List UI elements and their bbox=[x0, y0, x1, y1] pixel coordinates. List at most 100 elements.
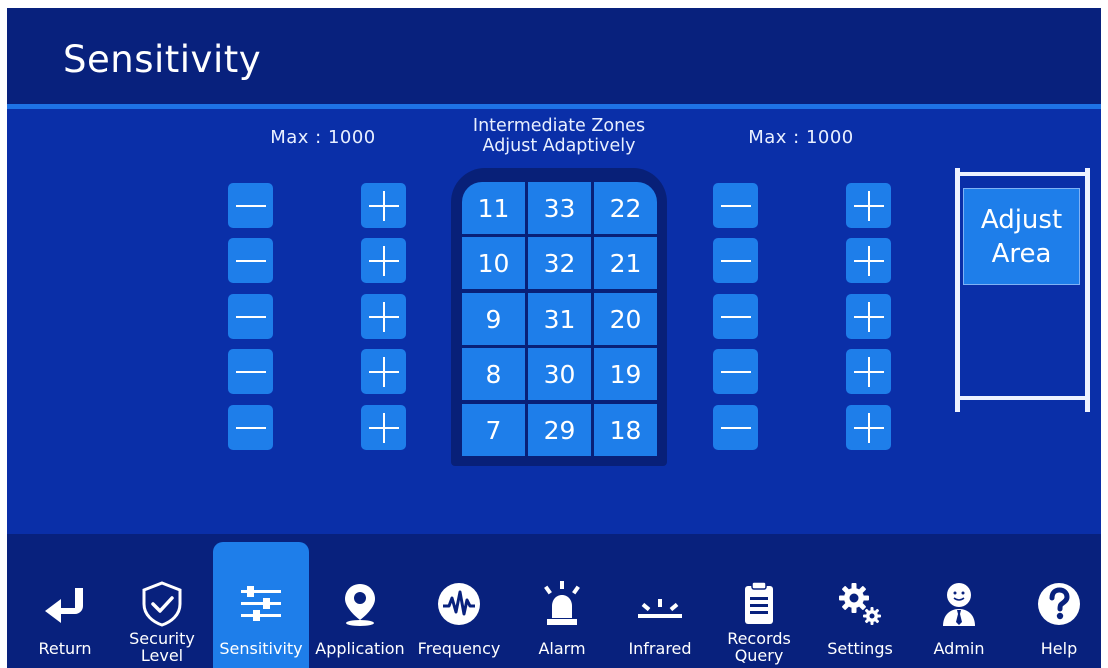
return-icon bbox=[45, 588, 83, 623]
page-title: Sensitivity bbox=[63, 38, 262, 81]
right-minus-button-row5[interactable] bbox=[713, 405, 758, 450]
gears-icon bbox=[839, 583, 881, 625]
nav-security-level[interactable]: Security Level bbox=[114, 542, 210, 668]
zone-cell: 9 bbox=[462, 293, 525, 345]
nav-frequency[interactable]: Frequency bbox=[411, 542, 507, 668]
nav-label: Application bbox=[315, 639, 405, 658]
nav-settings[interactable]: Settings bbox=[812, 542, 908, 668]
minus-icon bbox=[720, 413, 751, 443]
nav-sensitivity[interactable]: Sensitivity bbox=[213, 542, 309, 668]
left-minus-button-row5[interactable] bbox=[228, 405, 273, 450]
nav-label: Return bbox=[38, 639, 92, 658]
nav-application[interactable]: Application bbox=[312, 542, 408, 668]
admin-user-icon bbox=[943, 583, 975, 626]
right-plus-button-row3[interactable] bbox=[846, 294, 891, 339]
minus-icon bbox=[235, 302, 266, 332]
shield-check-icon bbox=[142, 581, 182, 627]
nav-label: Admin bbox=[933, 639, 985, 658]
zone-cell: 32 bbox=[528, 237, 591, 289]
nav-label: Frequency bbox=[417, 639, 501, 658]
max-left-label: Max : 1000 bbox=[270, 127, 376, 148]
right-plus-button-row1[interactable] bbox=[846, 183, 891, 228]
left-plus-button-row1[interactable] bbox=[361, 183, 406, 228]
plus-icon bbox=[853, 301, 884, 332]
plus-icon bbox=[368, 356, 399, 387]
minus-icon bbox=[720, 246, 751, 276]
left-minus-button-row2[interactable] bbox=[228, 238, 273, 283]
nav-label: Settings bbox=[827, 639, 893, 658]
adjust-area-button[interactable]: Adjust Area bbox=[963, 188, 1080, 285]
intermediate-caption-line1: Intermediate Zones bbox=[472, 116, 646, 136]
header-divider bbox=[7, 104, 1101, 109]
minus-icon bbox=[720, 191, 751, 221]
nav-label-line1: Records bbox=[727, 629, 791, 648]
clipboard-icon bbox=[745, 581, 773, 624]
nav-label-line2: Level bbox=[140, 646, 184, 665]
plus-icon bbox=[853, 245, 884, 276]
zone-cell: 29 bbox=[528, 404, 591, 456]
infrared-icon bbox=[638, 599, 682, 618]
nav-label-line2: Query bbox=[734, 646, 784, 665]
right-minus-button-row2[interactable] bbox=[713, 238, 758, 283]
intermediate-caption-line2: Adjust Adaptively bbox=[482, 136, 636, 156]
zone-cell: 19 bbox=[594, 348, 657, 400]
right-minus-button-row1[interactable] bbox=[713, 183, 758, 228]
zone-cell: 11 bbox=[462, 182, 525, 234]
zone-cell: 30 bbox=[528, 348, 591, 400]
plus-icon bbox=[368, 412, 399, 443]
zone-cell: 20 bbox=[594, 293, 657, 345]
nav-label: Alarm bbox=[538, 639, 586, 658]
zone-cell: 22 bbox=[594, 182, 657, 234]
right-plus-button-row4[interactable] bbox=[846, 349, 891, 394]
zone-cell: 33 bbox=[528, 182, 591, 234]
right-minus-button-row3[interactable] bbox=[713, 294, 758, 339]
sensitivity-screen: Sensitivity Max : 1000 Max : 1000 Interm… bbox=[7, 8, 1101, 668]
nav-admin[interactable]: Admin bbox=[911, 542, 1007, 668]
zone-cell: 10 bbox=[462, 237, 525, 289]
right-minus-button-row4[interactable] bbox=[713, 349, 758, 394]
minus-icon bbox=[720, 357, 751, 387]
left-minus-button-row3[interactable] bbox=[228, 294, 273, 339]
left-minus-button-row1[interactable] bbox=[228, 183, 273, 228]
right-plus-button-row2[interactable] bbox=[846, 238, 891, 283]
location-pin-icon bbox=[345, 584, 375, 626]
nav-help[interactable]: Help bbox=[1011, 542, 1101, 668]
nav-alarm[interactable]: Alarm bbox=[514, 542, 610, 668]
alarm-light-icon bbox=[544, 581, 580, 625]
nav-infrared[interactable]: Infrared bbox=[612, 542, 708, 668]
left-plus-button-row2[interactable] bbox=[361, 238, 406, 283]
nav-label: Infrared bbox=[628, 639, 692, 658]
zone-cell: 21 bbox=[594, 237, 657, 289]
nav-return[interactable]: Return bbox=[17, 542, 113, 668]
left-plus-button-row3[interactable] bbox=[361, 294, 406, 339]
left-minus-button-row4[interactable] bbox=[228, 349, 273, 394]
minus-icon bbox=[720, 302, 751, 332]
nav-records-query[interactable]: Records Query bbox=[711, 542, 807, 668]
header-bar: Sensitivity bbox=[7, 8, 1101, 104]
right-plus-button-row5[interactable] bbox=[846, 405, 891, 450]
minus-icon bbox=[235, 413, 266, 443]
waveform-icon bbox=[438, 583, 480, 625]
help-icon bbox=[1038, 583, 1080, 625]
left-plus-button-row5[interactable] bbox=[361, 405, 406, 450]
left-plus-button-row4[interactable] bbox=[361, 349, 406, 394]
plus-icon bbox=[853, 190, 884, 221]
zone-cell: 8 bbox=[462, 348, 525, 400]
nav-label-line1: Security bbox=[129, 629, 195, 648]
zone-cell: 18 bbox=[594, 404, 657, 456]
nav-label: Help bbox=[1040, 639, 1078, 658]
max-right-label: Max : 1000 bbox=[748, 127, 854, 148]
nav-label: Security Level bbox=[108, 630, 216, 664]
sliders-icon bbox=[241, 586, 281, 621]
minus-icon bbox=[235, 357, 266, 387]
plus-icon bbox=[368, 190, 399, 221]
adjust-area-line2: Area bbox=[991, 238, 1052, 269]
nav-label: Records Query bbox=[705, 630, 813, 664]
door-frame-top-bar bbox=[955, 172, 1090, 176]
plus-icon bbox=[368, 245, 399, 276]
plus-icon bbox=[368, 301, 399, 332]
intermediate-zones-caption: Intermediate Zones Adjust Adaptively bbox=[449, 116, 669, 156]
nav-label: Sensitivity bbox=[219, 639, 303, 658]
minus-icon bbox=[235, 246, 266, 276]
plus-icon bbox=[853, 412, 884, 443]
